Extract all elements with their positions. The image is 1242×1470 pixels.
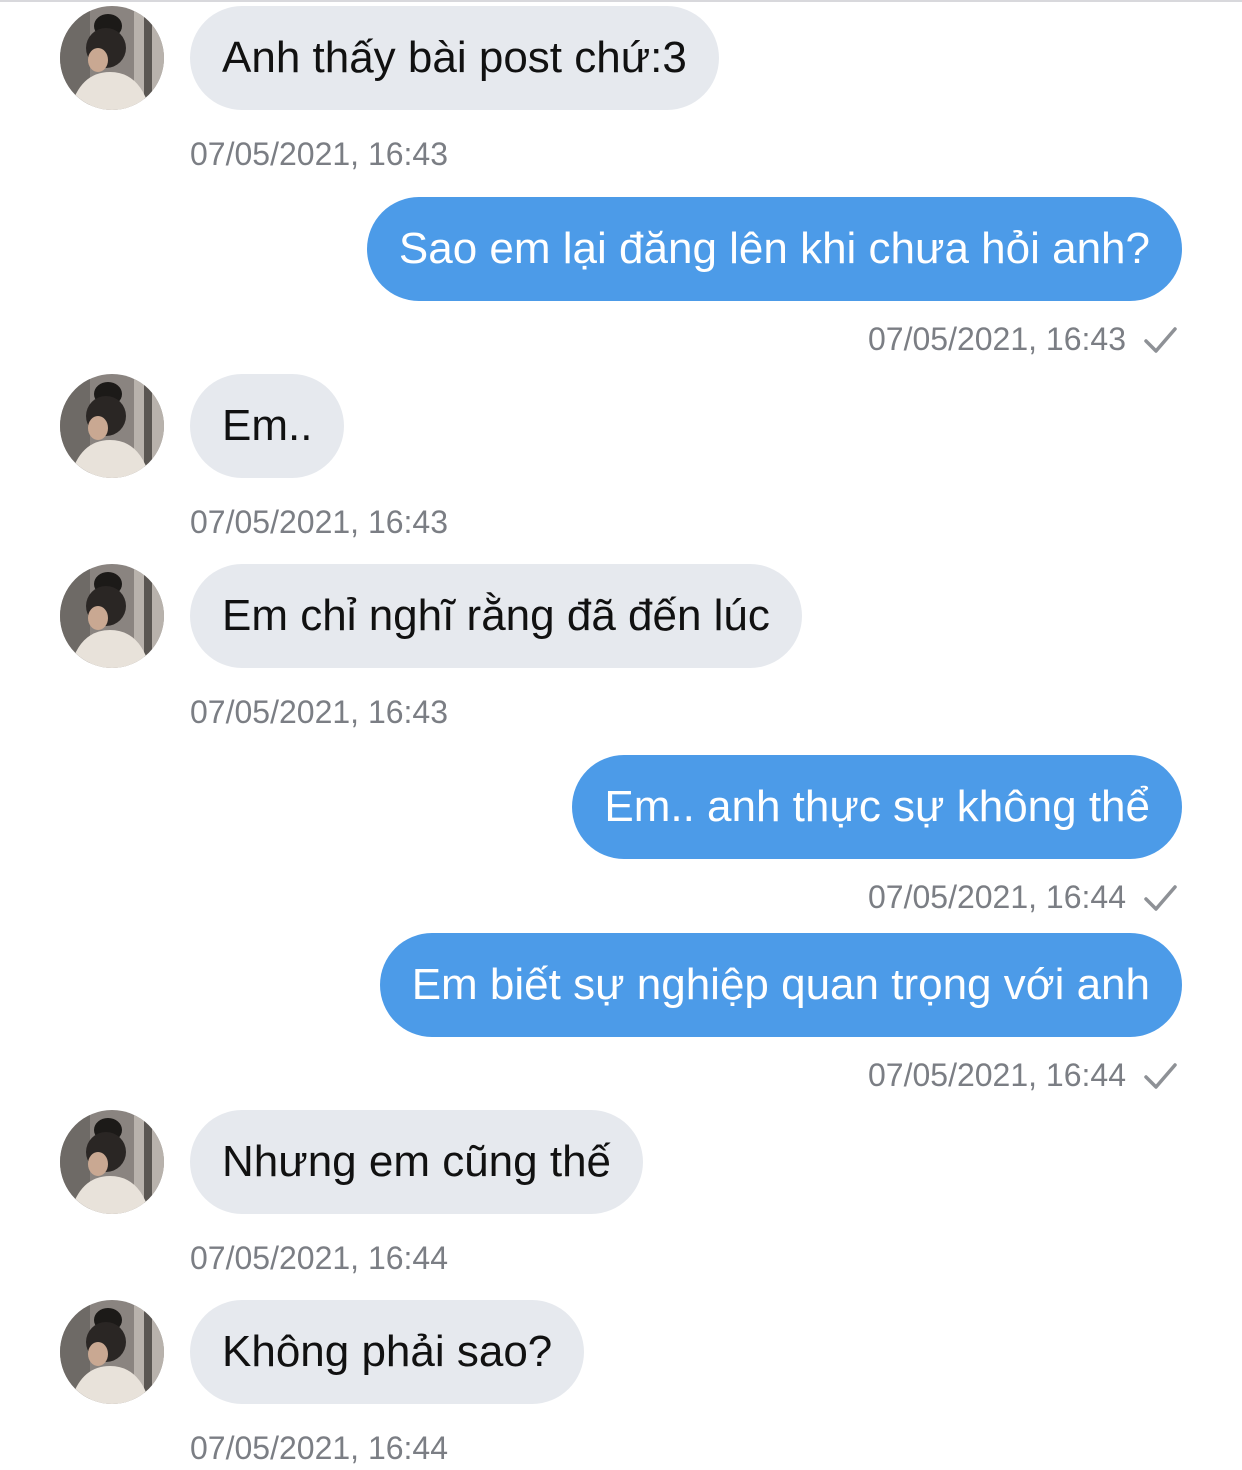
sent-checkmark-icon — [1144, 1063, 1177, 1089]
message-timestamp: 07/05/2021, 16:43 — [190, 694, 449, 730]
sent-checkmark-icon — [1144, 327, 1177, 353]
incoming-message-bubble[interactable]: Em.. — [190, 374, 345, 478]
avatar-photo-icon — [60, 1300, 164, 1404]
avatar-photo-icon — [60, 564, 164, 668]
outgoing-message-bubble[interactable]: Em.. anh thực sự không thể — [572, 755, 1182, 859]
message-timestamp: 07/05/2021, 16:44 — [190, 1430, 449, 1466]
message-timestamp: 07/05/2021, 16:43 — [190, 504, 449, 540]
message-timestamp: 07/05/2021, 16:43 — [867, 321, 1126, 357]
contact-avatar[interactable] — [60, 6, 164, 110]
sent-checkmark-icon — [1144, 885, 1177, 911]
avatar-photo-icon — [60, 1110, 164, 1214]
incoming-message-bubble[interactable]: Nhưng em cũng thế — [190, 1110, 644, 1214]
contact-avatar[interactable] — [60, 374, 164, 478]
contact-avatar[interactable] — [60, 1110, 164, 1214]
message-timestamp: 07/05/2021, 16:44 — [867, 879, 1126, 915]
top-divider — [0, 0, 1242, 2]
message-timestamp: 07/05/2021, 16:43 — [190, 136, 449, 172]
contact-avatar[interactable] — [60, 564, 164, 668]
incoming-message-bubble[interactable]: Anh thấy bài post chứ:3 — [190, 6, 719, 110]
message-timestamp: 07/05/2021, 16:44 — [190, 1240, 449, 1276]
avatar-photo-icon — [60, 6, 164, 110]
incoming-message-bubble[interactable]: Không phải sao? — [190, 1300, 585, 1404]
avatar-photo-icon — [60, 374, 164, 478]
outgoing-message-bubble[interactable]: Em biết sự nghiệp quan trọng với anh — [379, 933, 1182, 1037]
outgoing-message-bubble[interactable]: Sao em lại đăng lên khi chưa hỏi anh? — [366, 197, 1182, 301]
message-timestamp: 07/05/2021, 16:44 — [867, 1057, 1126, 1093]
contact-avatar[interactable] — [60, 1300, 164, 1404]
incoming-message-bubble[interactable]: Em chỉ nghĩ rằng đã đến lúc — [190, 564, 802, 668]
